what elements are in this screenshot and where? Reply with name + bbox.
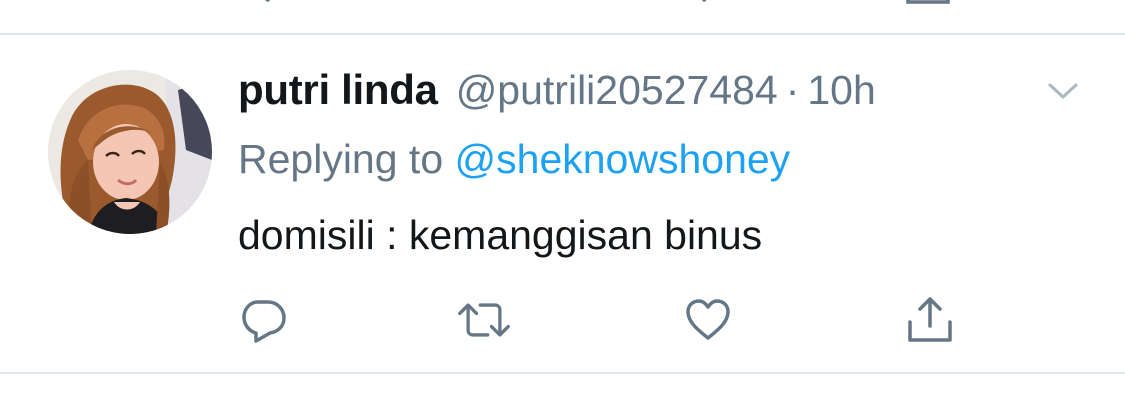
replying-to: Replying to @sheknowshoney bbox=[238, 136, 790, 183]
reply-button[interactable] bbox=[236, 292, 292, 348]
profile-photo bbox=[48, 70, 212, 234]
header-separator: · bbox=[785, 67, 800, 113]
divider-bottom bbox=[0, 372, 1125, 374]
replying-to-label: Replying to bbox=[238, 136, 444, 182]
replying-to-mention[interactable]: @sheknowshoney bbox=[455, 136, 791, 182]
display-name[interactable]: putri linda bbox=[238, 66, 438, 114]
previous-share-icon[interactable] bbox=[904, 0, 954, 4]
previous-tweet-actions bbox=[0, 0, 1125, 4]
user-handle[interactable]: @putrili20527484 bbox=[456, 67, 778, 114]
tweet-text: domisili : kemanggisan binus bbox=[238, 212, 763, 258]
tweet-timeline: putri linda @putrili20527484 · 10h Reply… bbox=[0, 0, 1125, 403]
retweet-icon bbox=[458, 303, 510, 337]
share-icon bbox=[908, 297, 952, 342]
tweet-menu-button[interactable] bbox=[1044, 78, 1082, 104]
tweet-header: putri linda @putrili20527484 · 10h bbox=[238, 66, 876, 122]
previous-reply-icon[interactable] bbox=[240, 0, 280, 4]
heart-icon bbox=[686, 299, 730, 340]
chevron-down-icon bbox=[1048, 83, 1078, 99]
timestamp[interactable]: 10h bbox=[807, 67, 875, 114]
previous-like-icon[interactable] bbox=[686, 0, 726, 4]
reply-icon bbox=[242, 300, 286, 343]
divider-top bbox=[0, 33, 1125, 35]
share-button[interactable] bbox=[902, 292, 958, 348]
retweet-button[interactable] bbox=[456, 292, 512, 348]
avatar[interactable] bbox=[48, 70, 212, 234]
like-button[interactable] bbox=[680, 292, 736, 348]
